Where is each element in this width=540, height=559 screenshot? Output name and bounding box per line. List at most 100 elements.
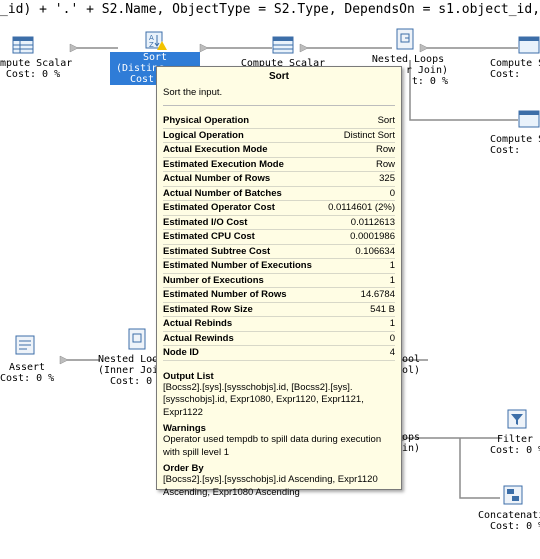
nested-loops-icon[interactable] <box>394 28 416 50</box>
property-name: Actual Number of Batches <box>163 187 282 199</box>
tooltip-properties: Physical Operation Sort Logical Operation D… <box>163 114 395 361</box>
tooltip-property-row: Actual Number of Rows 325 <box>163 172 395 187</box>
property-value: Distinct Sort <box>343 129 395 141</box>
op-name: Compute Scalar <box>0 58 73 69</box>
op-cost: Cost: 0 % <box>0 373 55 384</box>
property-value: 1 <box>389 318 395 329</box>
op-cost: Cost: 0 % <box>5 69 61 80</box>
property-name: Actual Rebinds <box>163 318 233 329</box>
spool-op[interactable]: ool ol) <box>402 354 436 376</box>
order-by-heading: Order By <box>163 463 204 474</box>
property-value: 4 <box>389 347 395 358</box>
property-value: 541 B <box>370 303 395 315</box>
warnings-value: Operator used tempdb to spill data durin… <box>163 434 382 458</box>
property-name: Node ID <box>163 347 199 358</box>
op-name: ool <box>402 354 421 365</box>
property-name: Estimated Row Size <box>163 303 253 315</box>
concatenation-op[interactable]: Concatenati Cost: 0 % <box>478 510 540 532</box>
svg-text:Z: Z <box>149 41 154 49</box>
property-name: Estimated CPU Cost <box>163 231 255 242</box>
tooltip-property-row: Estimated I/O Cost 0.0112613 <box>163 216 395 230</box>
op-name: Nested Loops <box>371 54 445 65</box>
tooltip-property-row: Estimated Subtree Cost 0.106634 <box>163 245 395 259</box>
filter-icon[interactable] <box>506 408 528 430</box>
property-name: Estimated I/O Cost <box>163 216 248 228</box>
nested-loops-icon[interactable] <box>126 328 148 350</box>
compute-scalar-left-op[interactable]: Compute Scalar Cost: 0 % <box>0 58 73 80</box>
property-value: 1 <box>389 260 395 271</box>
property-value: 0.0114601 (2%) <box>328 202 395 213</box>
op-cost: Cost: <box>490 69 521 80</box>
tooltip-property-row: Actual Rebinds 1 <box>163 317 395 332</box>
property-name: Estimated Execution Mode <box>163 158 284 170</box>
property-name: Actual Number of Rows <box>163 173 271 184</box>
tooltip-property-row: Estimated Number of Executions 1 <box>163 259 395 274</box>
property-value: Sort <box>377 115 395 126</box>
property-name: Actual Rewinds <box>163 332 234 344</box>
op-name: Filter <box>496 434 534 445</box>
op-sub: ol) <box>402 365 421 376</box>
property-value: Row <box>375 144 395 155</box>
property-value: Row <box>375 158 395 170</box>
op-name: Concatenati <box>478 510 540 521</box>
compute-scalar-right1-op[interactable]: Compute S Cost: <box>490 58 540 80</box>
warnings-heading: Warnings <box>163 423 206 434</box>
output-list-heading: Output List <box>163 370 214 382</box>
compute-scalar-icon[interactable] <box>272 34 294 56</box>
filter-op[interactable]: Filter Cost: 0 % <box>490 434 540 456</box>
concatenation-icon[interactable] <box>502 484 524 506</box>
nested-loops-mid-op[interactable]: Nested Loo (Inner Joi Cost: 0 % <box>98 354 165 387</box>
property-value: 1 <box>389 274 395 286</box>
property-value: 14.6784 <box>360 289 395 300</box>
compute-scalar-icon[interactable] <box>518 108 540 130</box>
op-name: ops <box>402 432 421 443</box>
tooltip-property-row: Estimated Execution Mode Row <box>163 158 395 172</box>
compute-scalar-icon[interactable] <box>518 34 540 56</box>
compute-scalar-right2-op[interactable]: Compute S Cost: <box>490 134 540 156</box>
op-cost: Cost: <box>490 145 521 156</box>
op-sub: in) <box>402 443 421 454</box>
tooltip-property-row: Number of Executions 1 <box>163 274 395 288</box>
output-list-value: [Bocss2].[sys].[sysschobjs].id, [Bocss2]… <box>163 381 364 418</box>
assert-op[interactable]: Assert Cost: 0 % <box>0 362 54 384</box>
order-by-value: [Bocss2].[sys].[sysschobjs].id Ascending… <box>163 474 378 498</box>
op-sub: (Inner Joi <box>98 365 159 376</box>
op-name: Compute S <box>490 134 540 145</box>
tooltip-property-row: Actual Number of Batches 0 <box>163 187 395 201</box>
property-name: Estimated Number of Rows <box>163 289 287 300</box>
assert-icon[interactable] <box>14 334 36 356</box>
tooltip-property-row: Actual Rewinds 0 <box>163 332 395 346</box>
property-value: 0.0112613 <box>350 216 395 228</box>
tooltip-property-row: Node ID 4 <box>163 346 395 361</box>
property-value: 0.0001986 <box>350 231 395 242</box>
property-value: 0.106634 <box>355 245 395 257</box>
op-name: Assert <box>8 362 46 373</box>
op-cost: Cost: 0 % <box>490 521 540 532</box>
op-cost: Cost: 0 % <box>110 376 165 387</box>
tooltip-property-row: Estimated Operator Cost 0.0114601 (2%) <box>163 201 395 216</box>
compute-scalar-icon[interactable] <box>12 34 34 56</box>
tooltip-property-row: Estimated CPU Cost 0.0001986 <box>163 230 395 245</box>
warning-icon <box>157 41 167 50</box>
tooltip-property-row: Actual Execution Mode Row <box>163 143 395 158</box>
tooltip-description: Sort the input. <box>163 87 395 106</box>
property-value: 0 <box>389 332 395 344</box>
loops-op[interactable]: ops in) <box>402 432 436 454</box>
property-name: Number of Executions <box>163 274 264 286</box>
property-value: 0 <box>389 187 395 199</box>
property-name: Physical Operation <box>163 115 250 126</box>
property-name: Logical Operation <box>163 129 244 141</box>
tooltip-title: Sort <box>269 71 289 82</box>
tooltip-property-row: Estimated Number of Rows 14.6784 <box>163 288 395 303</box>
property-name: Estimated Operator Cost <box>163 202 275 213</box>
op-name: Sort <box>142 52 168 63</box>
tooltip-property-row: Physical Operation Sort <box>163 114 395 129</box>
tooltip-property-row: Estimated Row Size 541 B <box>163 303 395 317</box>
op-name: Compute S <box>490 58 540 69</box>
property-name: Actual Execution Mode <box>163 144 268 155</box>
property-value: 325 <box>379 173 395 184</box>
op-name: Nested Loo <box>98 354 159 365</box>
op-cost: Cost: 0 % <box>490 445 540 456</box>
tooltip-property-row: Logical Operation Distinct Sort <box>163 129 395 143</box>
property-name: Estimated Subtree Cost <box>163 245 271 257</box>
